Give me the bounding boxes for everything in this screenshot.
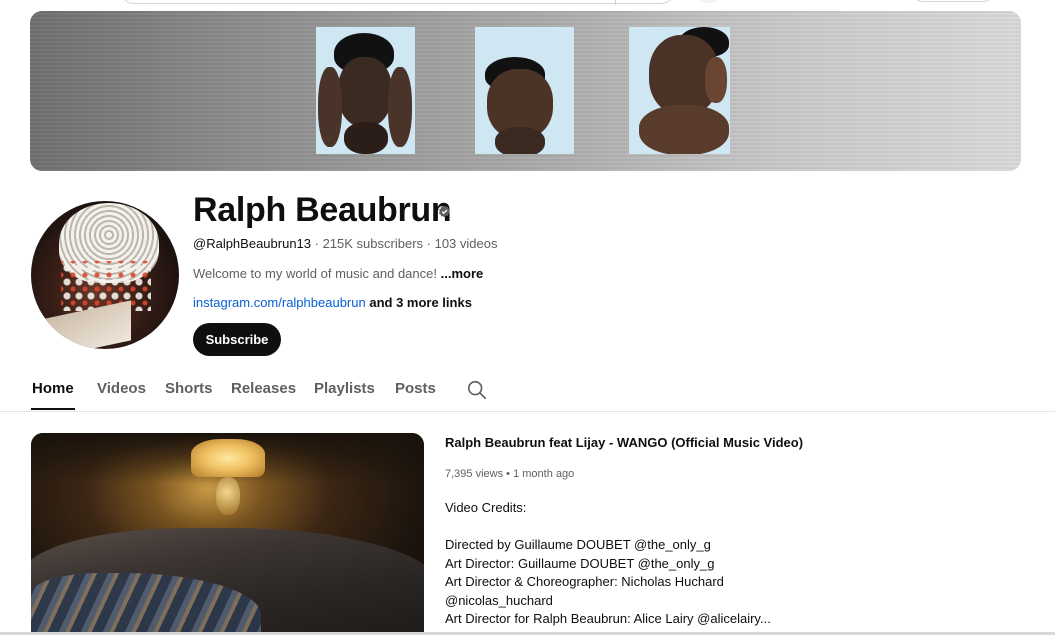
- header-button-edge[interactable]: [912, 0, 994, 2]
- thumbnail-lamp-base: [216, 477, 240, 515]
- thumbnail-lamp: [191, 439, 265, 477]
- voice-search-button-edge[interactable]: [696, 0, 722, 3]
- channel-description-text: Welcome to my world of music and dance!: [193, 266, 437, 281]
- featured-video-title[interactable]: Ralph Beaubrun feat Lijay - WANGO (Offic…: [445, 435, 803, 451]
- channel-description[interactable]: Welcome to my world of music and dance! …: [193, 265, 483, 282]
- featured-video-description: Video Credits: Directed by Guillaume DOU…: [445, 499, 771, 629]
- banner-photo-hands-on-head: [316, 27, 415, 154]
- avatar-shells: [61, 261, 151, 311]
- description-line: Art Director: Guillaume DOUBET @the_only…: [445, 555, 715, 571]
- description-line: Directed by Guillaume DOUBET @the_only_g: [445, 537, 711, 552]
- more-links-button[interactable]: and 3 more links: [369, 295, 472, 310]
- tab-videos[interactable]: Videos: [97, 380, 146, 398]
- description-line: [445, 518, 771, 537]
- search-bar-edge[interactable]: [120, 0, 675, 5]
- masthead-remnant: [0, 0, 1055, 6]
- search-icon[interactable]: [466, 379, 488, 401]
- tab-shorts[interactable]: Shorts: [165, 380, 213, 398]
- meta-separator: ·: [423, 236, 435, 251]
- active-tab-indicator: [31, 408, 75, 410]
- video-count: 103 videos: [434, 236, 498, 251]
- featured-video-age: 1 month ago: [513, 468, 575, 480]
- meta-dot: •: [503, 468, 514, 480]
- instagram-link[interactable]: instagram.com/ralphbeaubrun: [193, 295, 366, 310]
- description-line: Art Director for Ralph Beaubrun: Alice L…: [445, 611, 771, 626]
- description-line: @nicolas_huchard: [445, 592, 553, 608]
- channel-name: Ralph Beaubrun: [193, 191, 452, 229]
- description-line: Art Director & Choreographer: Nicholas H…: [445, 574, 724, 589]
- featured-video-meta: 7,395 views • 1 month ago: [445, 467, 574, 481]
- tab-releases[interactable]: Releases: [231, 380, 296, 398]
- verified-badge-icon: [439, 205, 450, 218]
- search-divider: [615, 0, 616, 5]
- banner-photo-looking-up: [629, 27, 730, 154]
- channel-handle: @RalphBeaubrun13: [193, 236, 312, 251]
- banner-photo-profile: [475, 27, 574, 154]
- tab-playlists[interactable]: Playlists: [314, 380, 375, 398]
- description-line: Video Credits:: [445, 500, 527, 515]
- subscribe-button[interactable]: Subscribe: [193, 323, 281, 356]
- channel-banner: [30, 11, 1021, 171]
- featured-video-thumbnail[interactable]: [31, 433, 424, 635]
- tab-home[interactable]: Home: [32, 380, 74, 398]
- meta-separator: ·: [311, 236, 323, 251]
- channel-meta: @RalphBeaubrun13 · 215K subscribers · 10…: [193, 235, 497, 252]
- description-more-button[interactable]: ...more: [441, 266, 484, 281]
- channel-links: instagram.com/ralphbeaubrun and 3 more l…: [193, 294, 472, 311]
- channel-tabs: Home Videos Shorts Releases Playlists Po…: [0, 372, 1055, 412]
- subscriber-count: 215K subscribers: [322, 236, 424, 251]
- featured-video-views: 7,395 views: [445, 468, 504, 480]
- tab-posts[interactable]: Posts: [395, 380, 436, 398]
- channel-avatar[interactable]: [31, 201, 179, 349]
